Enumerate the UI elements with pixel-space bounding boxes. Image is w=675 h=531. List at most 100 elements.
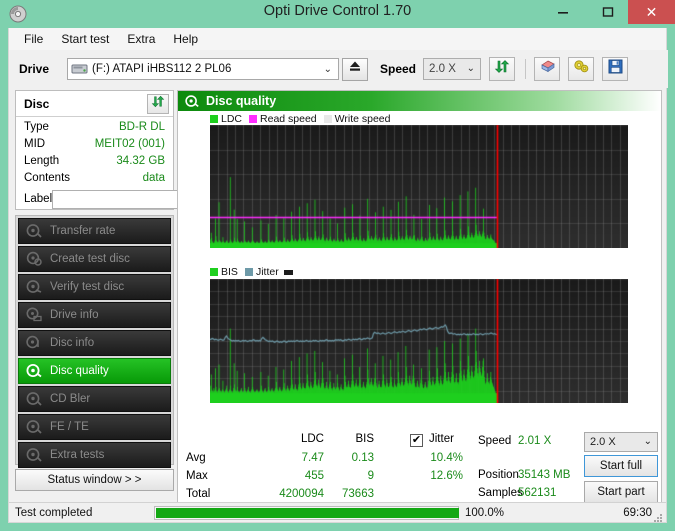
- sidebar-item-verify-test-disc[interactable]: Verify test disc: [18, 274, 171, 300]
- resize-grip[interactable]: [653, 510, 663, 522]
- progress-percent: 100.0%: [465, 506, 505, 519]
- legend-swatch-ldc: [210, 115, 218, 123]
- legend-entry-ldc: LDC: [210, 113, 242, 125]
- title-bar: Opti Drive Control 1.70 ✕: [0, 0, 675, 28]
- eraser-icon: [539, 59, 556, 79]
- stats-ldc-total: 4200094: [279, 488, 324, 500]
- speed-select[interactable]: 2.0 X ⌄: [423, 58, 482, 80]
- bis-chart: BIS Jitter 1098765432120%16%12%8%4%0.05.…: [178, 266, 661, 431]
- disc-key-type: Type: [24, 120, 49, 133]
- close-icon: ✕: [645, 3, 658, 20]
- menu-item-help[interactable]: Help: [164, 30, 207, 48]
- sidebar-label-extra-tests: Extra tests: [50, 449, 105, 461]
- refresh-icon: [494, 59, 510, 79]
- disc-value-length: 34.32 GB: [116, 154, 165, 167]
- ldc-canvas: [210, 125, 628, 248]
- bis-plot-area[interactable]: 1098765432120%16%12%8%4%0.05.010.015.020…: [210, 279, 628, 403]
- disc-key-mid: MID: [24, 137, 46, 150]
- disc-value-type: BD-R DL: [118, 120, 165, 133]
- legend-entry-bis: BIS: [210, 266, 238, 278]
- erase-button[interactable]: [534, 57, 561, 81]
- sidebar-label-verify-test-disc: Verify test disc: [50, 281, 125, 293]
- legend-swatch-bis: [210, 268, 218, 276]
- menu-bar: File Start test Extra Help: [8, 28, 667, 50]
- ldc-plot-area[interactable]: 5004003002001008 X7 X6 X5 X4 X3 X2 X1 X0…: [210, 125, 628, 248]
- disc-verify-icon: [25, 279, 45, 295]
- disc-info-icon: [25, 335, 45, 351]
- disc-quality-header: Disc quality: [178, 91, 661, 111]
- checkmark-icon: ✔: [411, 434, 422, 446]
- refresh-button[interactable]: [489, 57, 516, 81]
- stats-label-position: Position: [478, 469, 519, 481]
- eject-button[interactable]: [342, 57, 368, 81]
- disc-quality-panel: Disc quality LDC Read speed Write speed: [177, 90, 662, 515]
- disc-info-box: Disc Type BD-R DL MID MEIT02 (001) Lengt…: [15, 90, 256, 210]
- settings-button[interactable]: [568, 57, 595, 81]
- disc-info-header: Disc: [16, 91, 173, 117]
- chevron-down-icon: ⌄: [466, 63, 476, 74]
- scale-marker-icon: [283, 269, 293, 275]
- speed-label: Speed: [380, 62, 417, 76]
- close-button[interactable]: ✕: [628, 0, 675, 24]
- menu-item-extra[interactable]: Extra: [118, 30, 164, 48]
- status-window-button[interactable]: Status window > >: [15, 469, 174, 491]
- sidebar-item-extra-tests[interactable]: Extra tests: [18, 442, 171, 468]
- sidebar-label-create-test-disc: Create test disc: [50, 253, 130, 265]
- disc-refresh-button[interactable]: [147, 94, 169, 114]
- legend-swatch-jitter: [244, 268, 253, 276]
- stats-header-bis: BIS: [355, 433, 374, 445]
- sidebar-item-drive-info[interactable]: Drive info: [18, 302, 171, 328]
- jitter-checkbox[interactable]: ✔: [410, 434, 423, 447]
- stats-row-avg: Avg: [186, 452, 206, 464]
- sidebar-item-disc-info[interactable]: Disc info: [18, 330, 171, 356]
- disc-row-mid: MID MEIT02 (001): [16, 136, 173, 151]
- bis-canvas: [210, 279, 628, 403]
- ldc-legend: LDC Read speed Write speed: [210, 113, 510, 125]
- disc-value-mid: MEIT02 (001): [94, 137, 165, 150]
- stats-bis-avg: 0.13: [351, 452, 374, 464]
- legend-swatch-read-speed: [249, 115, 258, 123]
- legend-entry-read-speed: Read speed: [249, 113, 317, 125]
- menu-item-file[interactable]: File: [15, 30, 52, 48]
- status-bar: Test completed 100.0% 69:30: [9, 502, 666, 522]
- disc-quality-icon: [25, 363, 45, 379]
- stats-jitter-avg: 10.4%: [430, 452, 463, 464]
- disc-extra-icon: [25, 447, 45, 463]
- sidebar-item-transfer-rate[interactable]: Transfer rate: [18, 218, 171, 244]
- test-speed-select[interactable]: 2.0 X ⌄: [584, 432, 658, 452]
- legend-label-jitter: Jitter: [255, 266, 279, 278]
- drive-value: (F:) ATAPI iHBS112 2 PL06: [92, 63, 232, 75]
- sidebar-label-drive-info: Drive info: [50, 309, 99, 321]
- sidebar-item-create-test-disc[interactable]: Create test disc: [18, 246, 171, 272]
- disc-label-row: Label: [16, 188, 256, 210]
- disc-row-type: Type BD-R DL: [16, 119, 173, 134]
- legend-swatch-write-speed: [323, 115, 332, 123]
- progress-bar: [154, 505, 459, 520]
- start-full-button[interactable]: Start full: [584, 455, 658, 477]
- sidebar-nav: Transfer rate Create test disc Verify te…: [15, 215, 174, 468]
- menu-item-start-test[interactable]: Start test: [52, 30, 118, 48]
- save-button[interactable]: [602, 57, 629, 81]
- stats-bis-total: 73663: [342, 488, 374, 500]
- legend-entry-write-speed: Write speed: [323, 113, 391, 125]
- disc-create-icon: [25, 251, 45, 267]
- sidebar-item-disc-quality[interactable]: Disc quality: [18, 358, 171, 384]
- disc-key-contents: Contents: [24, 171, 71, 184]
- sidebar-label-fe-te: FE / TE: [50, 421, 89, 433]
- test-speed-value: 2.0 X: [590, 436, 616, 448]
- stats-header-jitter: Jitter: [429, 433, 454, 445]
- legend-label-ldc: LDC: [221, 113, 243, 125]
- sidebar-item-cd-bler[interactable]: CD Bler: [18, 386, 171, 412]
- drive-label: Drive: [19, 62, 50, 76]
- sidebar-label-disc-quality: Disc quality: [50, 365, 109, 377]
- legend-label-write-speed: Write speed: [334, 113, 391, 125]
- start-part-button[interactable]: Start part: [584, 481, 658, 503]
- sidebar-item-fe-te[interactable]: FE / TE: [18, 414, 171, 440]
- minimize-button[interactable]: [540, 0, 585, 24]
- eject-icon: [348, 60, 362, 78]
- toolbar-separator: [525, 59, 527, 79]
- status-text: Test completed: [15, 506, 93, 519]
- maximize-button[interactable]: [585, 0, 630, 24]
- drive-select[interactable]: (F:) ATAPI iHBS112 2 PL06 ⌄: [67, 58, 339, 80]
- disc-row-length: Length 34.32 GB: [16, 153, 173, 168]
